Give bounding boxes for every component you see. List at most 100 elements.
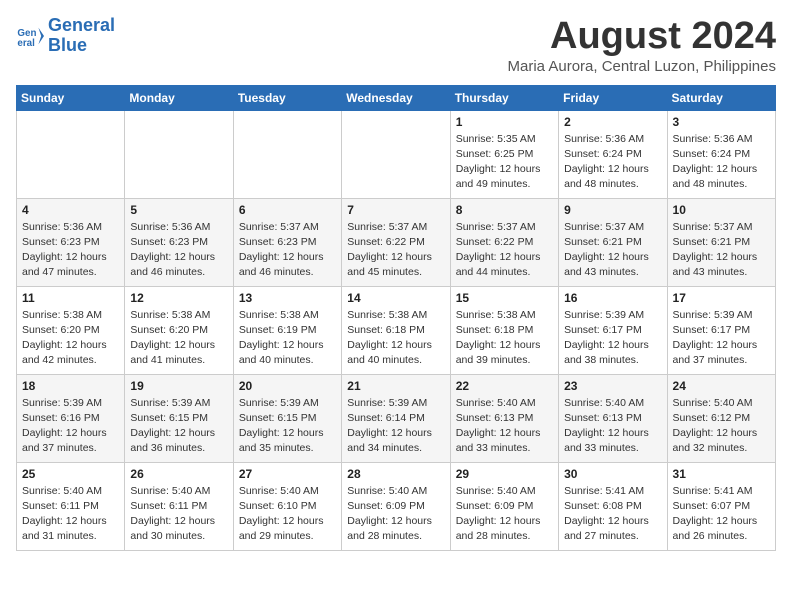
day-number: 21 xyxy=(347,379,444,393)
calendar-day-cell: 28Sunrise: 5:40 AM Sunset: 6:09 PM Dayli… xyxy=(342,462,450,550)
weekday-header-cell: Sunday xyxy=(17,85,125,110)
day-number: 14 xyxy=(347,291,444,305)
calendar-day-cell: 18 Sunrise: 5:39 AM Sunset: 6:16 PM Dayli… xyxy=(17,374,125,462)
calendar-day-cell: 27 Sunrise: 5:40 AM Sunset: 6:10 PM Dayli… xyxy=(233,462,341,550)
day-number: 30 xyxy=(564,467,661,481)
calendar-day-cell: 17 Sunrise: 5:39 AM Sunset: 6:17 PM Dayli… xyxy=(667,286,775,374)
day-number: 16 xyxy=(564,291,661,305)
logo-text: General Blue xyxy=(48,16,115,56)
weekday-header-cell: Monday xyxy=(125,85,233,110)
calendar-day-cell: 10Sunrise: 5:37 AM Sunset: 6:21 PM Dayli… xyxy=(667,198,775,286)
calendar-day-cell: 13Sunrise: 5:38 AM Sunset: 6:19 PM Dayli… xyxy=(233,286,341,374)
day-number: 25 xyxy=(22,467,119,481)
day-info: Sunrise: 5:40 AM Sunset: 6:13 PM Dayligh… xyxy=(456,396,553,457)
day-number: 6 xyxy=(239,203,336,217)
logo: Gen eral General Blue xyxy=(16,16,115,56)
calendar-day-cell: 3Sunrise: 5:36 AM Sunset: 6:24 PM Daylig… xyxy=(667,110,775,198)
day-info: Sunrise: 5:38 AM Sunset: 6:20 PM Dayligh… xyxy=(130,308,227,369)
day-info: Sunrise: 5:40 AM Sunset: 6:11 PM Dayligh… xyxy=(130,484,227,545)
day-info: Sunrise: 5:41 AM Sunset: 6:07 PM Dayligh… xyxy=(673,484,770,545)
logo-icon: Gen eral xyxy=(16,22,44,50)
day-number: 11 xyxy=(22,291,119,305)
calendar-day-cell: 20 Sunrise: 5:39 AM Sunset: 6:15 PM Dayli… xyxy=(233,374,341,462)
day-number: 7 xyxy=(347,203,444,217)
calendar-table: SundayMondayTuesdayWednesdayThursdayFrid… xyxy=(16,85,776,551)
page-header: Gen eral General Blue August 2024 Maria … xyxy=(16,16,776,75)
day-info: Sunrise: 5:41 AM Sunset: 6:08 PM Dayligh… xyxy=(564,484,661,545)
day-info: Sunrise: 5:37 AM Sunset: 6:22 PM Dayligh… xyxy=(347,220,444,281)
calendar-week-row: 18 Sunrise: 5:39 AM Sunset: 6:16 PM Dayli… xyxy=(17,374,776,462)
weekday-header-cell: Tuesday xyxy=(233,85,341,110)
calendar-day-cell: 31 Sunrise: 5:41 AM Sunset: 6:07 PM Dayli… xyxy=(667,462,775,550)
svg-text:eral: eral xyxy=(17,38,35,49)
day-number: 23 xyxy=(564,379,661,393)
calendar-day-cell: 30 Sunrise: 5:41 AM Sunset: 6:08 PM Dayli… xyxy=(559,462,667,550)
title-block: August 2024 Maria Aurora, Central Luzon,… xyxy=(508,16,776,75)
day-number: 24 xyxy=(673,379,770,393)
calendar-day-cell xyxy=(342,110,450,198)
calendar-week-row: 4Sunrise: 5:36 AM Sunset: 6:23 PM Daylig… xyxy=(17,198,776,286)
day-info: Sunrise: 5:37 AM Sunset: 6:21 PM Dayligh… xyxy=(673,220,770,281)
calendar-day-cell: 24 Sunrise: 5:40 AM Sunset: 6:12 PM Dayli… xyxy=(667,374,775,462)
day-info: Sunrise: 5:40 AM Sunset: 6:11 PM Dayligh… xyxy=(22,484,119,545)
day-info: Sunrise: 5:38 AM Sunset: 6:18 PM Dayligh… xyxy=(347,308,444,369)
day-info: Sunrise: 5:36 AM Sunset: 6:23 PM Dayligh… xyxy=(22,220,119,281)
day-info: Sunrise: 5:39 AM Sunset: 6:16 PM Dayligh… xyxy=(22,396,119,457)
day-number: 27 xyxy=(239,467,336,481)
day-number: 20 xyxy=(239,379,336,393)
day-number: 9 xyxy=(564,203,661,217)
day-info: Sunrise: 5:39 AM Sunset: 6:14 PM Dayligh… xyxy=(347,396,444,457)
weekday-header-cell: Saturday xyxy=(667,85,775,110)
weekday-header-cell: Thursday xyxy=(450,85,558,110)
calendar-body: 1 Sunrise: 5:35 AM Sunset: 6:25 PM Daylig… xyxy=(17,110,776,550)
day-info: Sunrise: 5:36 AM Sunset: 6:24 PM Dayligh… xyxy=(564,132,661,193)
month-year-title: August 2024 xyxy=(508,16,776,58)
day-number: 19 xyxy=(130,379,227,393)
day-number: 22 xyxy=(456,379,553,393)
day-info: Sunrise: 5:40 AM Sunset: 6:10 PM Dayligh… xyxy=(239,484,336,545)
weekday-header-cell: Wednesday xyxy=(342,85,450,110)
calendar-week-row: 25 Sunrise: 5:40 AM Sunset: 6:11 PM Dayli… xyxy=(17,462,776,550)
day-info: Sunrise: 5:40 AM Sunset: 6:09 PM Dayligh… xyxy=(456,484,553,545)
day-info: Sunrise: 5:38 AM Sunset: 6:19 PM Dayligh… xyxy=(239,308,336,369)
calendar-day-cell: 2 Sunrise: 5:36 AM Sunset: 6:24 PM Daylig… xyxy=(559,110,667,198)
day-info: Sunrise: 5:38 AM Sunset: 6:20 PM Dayligh… xyxy=(22,308,119,369)
day-info: Sunrise: 5:39 AM Sunset: 6:15 PM Dayligh… xyxy=(239,396,336,457)
weekday-header-row: SundayMondayTuesdayWednesdayThursdayFrid… xyxy=(17,85,776,110)
calendar-week-row: 1 Sunrise: 5:35 AM Sunset: 6:25 PM Daylig… xyxy=(17,110,776,198)
calendar-day-cell: 29 Sunrise: 5:40 AM Sunset: 6:09 PM Dayli… xyxy=(450,462,558,550)
calendar-day-cell: 14 Sunrise: 5:38 AM Sunset: 6:18 PM Dayli… xyxy=(342,286,450,374)
day-number: 2 xyxy=(564,115,661,129)
calendar-day-cell: 26 Sunrise: 5:40 AM Sunset: 6:11 PM Dayli… xyxy=(125,462,233,550)
calendar-day-cell: 5 Sunrise: 5:36 AM Sunset: 6:23 PM Daylig… xyxy=(125,198,233,286)
day-number: 31 xyxy=(673,467,770,481)
calendar-day-cell: 12 Sunrise: 5:38 AM Sunset: 6:20 PM Dayli… xyxy=(125,286,233,374)
day-number: 28 xyxy=(347,467,444,481)
day-number: 3 xyxy=(673,115,770,129)
calendar-day-cell: 16Sunrise: 5:39 AM Sunset: 6:17 PM Dayli… xyxy=(559,286,667,374)
calendar-day-cell xyxy=(233,110,341,198)
calendar-day-cell: 9 Sunrise: 5:37 AM Sunset: 6:21 PM Daylig… xyxy=(559,198,667,286)
weekday-header-cell: Friday xyxy=(559,85,667,110)
day-number: 29 xyxy=(456,467,553,481)
day-number: 26 xyxy=(130,467,227,481)
day-number: 15 xyxy=(456,291,553,305)
day-number: 17 xyxy=(673,291,770,305)
day-number: 12 xyxy=(130,291,227,305)
day-number: 1 xyxy=(456,115,553,129)
day-info: Sunrise: 5:39 AM Sunset: 6:15 PM Dayligh… xyxy=(130,396,227,457)
calendar-day-cell: 15 Sunrise: 5:38 AM Sunset: 6:18 PM Dayli… xyxy=(450,286,558,374)
calendar-day-cell: 7 Sunrise: 5:37 AM Sunset: 6:22 PM Daylig… xyxy=(342,198,450,286)
calendar-day-cell: 6Sunrise: 5:37 AM Sunset: 6:23 PM Daylig… xyxy=(233,198,341,286)
day-info: Sunrise: 5:35 AM Sunset: 6:25 PM Dayligh… xyxy=(456,132,553,193)
day-info: Sunrise: 5:37 AM Sunset: 6:21 PM Dayligh… xyxy=(564,220,661,281)
day-info: Sunrise: 5:38 AM Sunset: 6:18 PM Dayligh… xyxy=(456,308,553,369)
day-info: Sunrise: 5:36 AM Sunset: 6:23 PM Dayligh… xyxy=(130,220,227,281)
day-number: 18 xyxy=(22,379,119,393)
day-number: 5 xyxy=(130,203,227,217)
calendar-day-cell: 4Sunrise: 5:36 AM Sunset: 6:23 PM Daylig… xyxy=(17,198,125,286)
day-info: Sunrise: 5:40 AM Sunset: 6:12 PM Dayligh… xyxy=(673,396,770,457)
calendar-day-cell: 23Sunrise: 5:40 AM Sunset: 6:13 PM Dayli… xyxy=(559,374,667,462)
calendar-day-cell: 8Sunrise: 5:37 AM Sunset: 6:22 PM Daylig… xyxy=(450,198,558,286)
day-info: Sunrise: 5:39 AM Sunset: 6:17 PM Dayligh… xyxy=(673,308,770,369)
